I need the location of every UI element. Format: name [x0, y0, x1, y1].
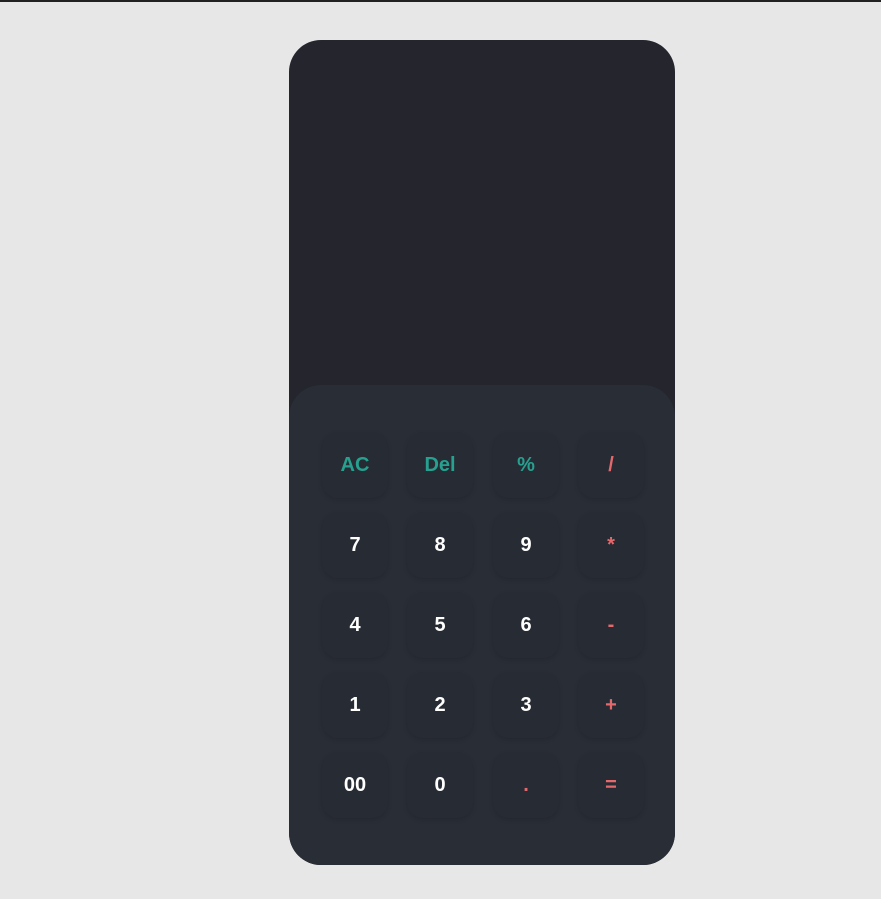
digit-7-button[interactable]: 7 — [322, 512, 388, 578]
digit-2-button[interactable]: 2 — [407, 672, 473, 738]
delete-button[interactable]: Del — [407, 432, 473, 498]
equals-button[interactable]: = — [578, 752, 644, 818]
calculator-display — [289, 40, 675, 385]
add-button[interactable]: + — [578, 672, 644, 738]
digit-8-button[interactable]: 8 — [407, 512, 473, 578]
percent-button[interactable]: % — [493, 432, 559, 498]
keypad: AC Del % / 7 8 9 * 4 5 6 - 1 2 3 + 00 0 … — [289, 385, 675, 865]
all-clear-button[interactable]: AC — [322, 432, 388, 498]
digit-4-button[interactable]: 4 — [322, 592, 388, 658]
digit-6-button[interactable]: 6 — [493, 592, 559, 658]
digit-3-button[interactable]: 3 — [493, 672, 559, 738]
digit-5-button[interactable]: 5 — [407, 592, 473, 658]
subtract-button[interactable]: - — [578, 592, 644, 658]
divide-button[interactable]: / — [578, 432, 644, 498]
multiply-button[interactable]: * — [578, 512, 644, 578]
digit-0-button[interactable]: 0 — [407, 752, 473, 818]
double-zero-button[interactable]: 00 — [322, 752, 388, 818]
decimal-button[interactable]: . — [493, 752, 559, 818]
digit-1-button[interactable]: 1 — [322, 672, 388, 738]
calculator: AC Del % / 7 8 9 * 4 5 6 - 1 2 3 + 00 0 … — [289, 40, 675, 865]
digit-9-button[interactable]: 9 — [493, 512, 559, 578]
